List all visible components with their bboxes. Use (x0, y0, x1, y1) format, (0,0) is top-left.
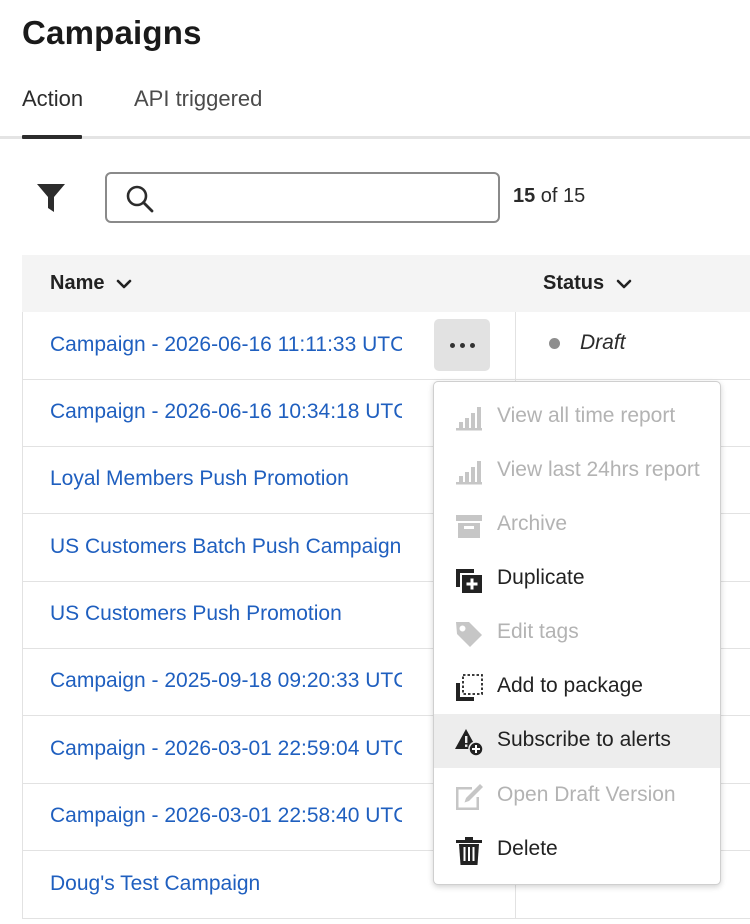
menu-item-label: View last 24hrs report (497, 458, 700, 481)
trash-icon (456, 837, 482, 865)
menu-item-view-last-24hrs-report[interactable]: View last 24hrs report (434, 444, 720, 498)
edit-icon (456, 784, 483, 810)
name-cell: Campaign - 2026-06-16 11:11:33 UTC-07 (22, 312, 516, 380)
chart-icon (456, 407, 482, 431)
result-count-total: of 15 (535, 185, 586, 207)
tab-bar: Action API triggered (0, 80, 750, 140)
search-icon (126, 185, 154, 213)
menu-item-add-to-package[interactable]: Add to package (434, 660, 720, 714)
menu-item-open-draft-version[interactable]: Open Draft Version (434, 769, 720, 823)
status-label: Draft (580, 331, 626, 354)
table-row: Campaign - 2026-06-16 11:11:33 UTC-07 Dr… (22, 312, 750, 380)
status-cell: Draft (549, 331, 626, 355)
archive-icon (456, 515, 482, 538)
result-count-current: 15 (513, 185, 536, 207)
column-header-status[interactable]: Status (543, 272, 632, 295)
tabs-divider (0, 136, 750, 139)
page-title: Campaigns (22, 14, 202, 51)
campaign-name-link[interactable]: Campaign - 2026-06-16 10:34:18 UTC-0 (50, 400, 402, 424)
menu-item-label: Archive (497, 512, 568, 535)
table-header: Name Status (22, 255, 750, 312)
menu-item-subscribe-to-alerts[interactable]: Subscribe to alerts (434, 714, 720, 768)
chevron-down-icon (117, 279, 132, 288)
menu-item-view-all-time-report[interactable]: View all time report (434, 390, 720, 444)
menu-item-delete[interactable]: Delete (434, 823, 720, 877)
menu-item-label: Delete (497, 837, 558, 860)
tab-action[interactable]: Action (22, 86, 83, 112)
menu-item-duplicate[interactable]: Duplicate (434, 552, 720, 606)
duplicate-icon (456, 569, 482, 593)
campaign-name-link[interactable]: Campaign - 2026-03-01 22:59:04 UTC- (50, 737, 402, 761)
campaign-name-link[interactable]: Doug's Test Campaign (50, 872, 260, 896)
column-header-status-label: Status (543, 272, 605, 294)
campaign-name-link[interactable]: Loyal Members Push Promotion (50, 467, 349, 491)
search-input[interactable] (167, 180, 487, 216)
column-header-name[interactable]: Name (50, 272, 132, 295)
chart-icon (456, 461, 482, 485)
menu-item-label: Open Draft Version (497, 783, 676, 806)
actions-menu: View all time report View last 24hrs rep… (433, 381, 721, 885)
campaign-name-link[interactable]: Campaign - 2025-09-18 09:20:33 UTC- (50, 669, 402, 693)
menu-item-label: Add to package (497, 674, 643, 697)
menu-item-label: View all time report (497, 404, 676, 427)
column-header-name-label: Name (50, 272, 105, 294)
menu-item-edit-tags[interactable]: Edit tags (434, 606, 720, 660)
package-icon (456, 674, 483, 701)
chevron-down-icon (616, 279, 632, 288)
menu-item-label: Edit tags (497, 620, 579, 643)
tag-icon (456, 622, 482, 647)
tab-api-triggered[interactable]: API triggered (134, 86, 262, 112)
menu-item-label: Duplicate (497, 566, 585, 589)
alert-icon (455, 729, 484, 757)
status-dot (549, 337, 560, 349)
result-count: 15 of 15 (513, 185, 585, 208)
filter-icon (37, 184, 65, 212)
campaign-name-link[interactable]: Campaign - 2026-03-01 22:58:40 UTC- (50, 804, 402, 828)
campaign-name-link[interactable]: US Customers Batch Push Campaign (50, 535, 401, 559)
menu-item-archive[interactable]: Archive (434, 498, 720, 552)
search-field[interactable] (105, 172, 500, 223)
filter-button[interactable] (36, 182, 66, 216)
more-actions-button[interactable] (434, 319, 490, 371)
campaign-name-link[interactable]: US Customers Push Promotion (50, 602, 342, 626)
campaign-name-link[interactable]: Campaign - 2026-06-16 11:11:33 UTC-07 (50, 333, 402, 357)
menu-item-label: Subscribe to alerts (497, 728, 671, 751)
tab-selected-indicator (22, 135, 82, 139)
